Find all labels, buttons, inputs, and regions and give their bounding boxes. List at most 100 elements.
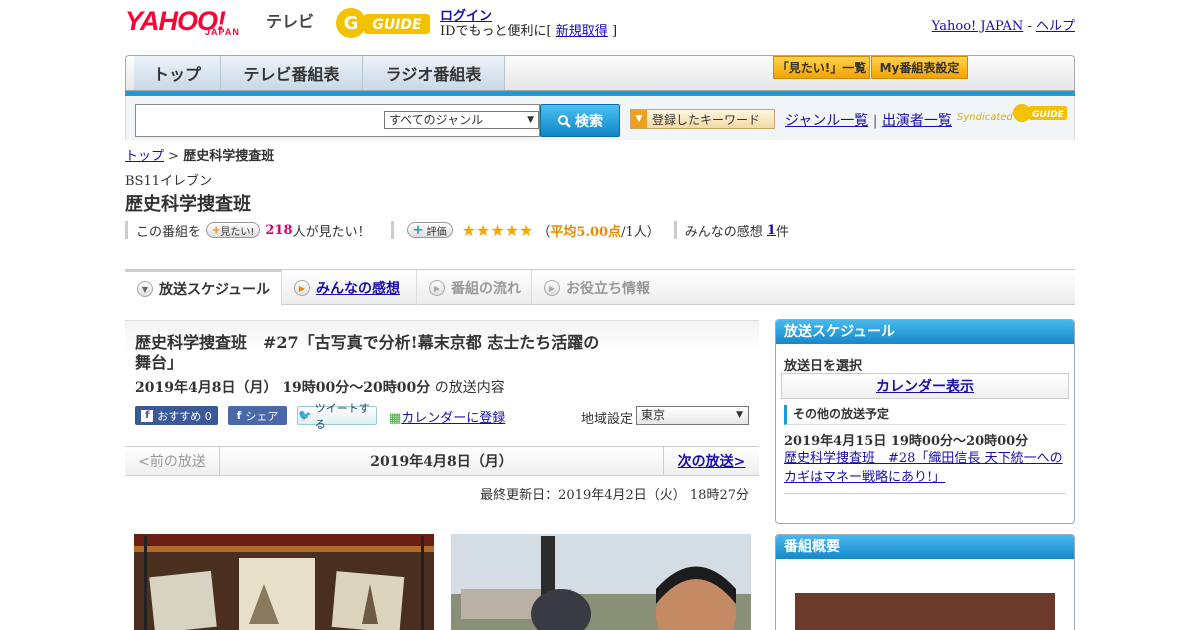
- overview-sidebar-title: 番組概要: [776, 535, 1074, 559]
- breadcrumb-top-link[interactable]: トップ: [125, 149, 164, 164]
- next-episode-link[interactable]: 次の放送>: [663, 446, 759, 476]
- page-title: 歴史科学捜査班: [125, 194, 251, 215]
- genre-links: ジャンル一覧 | 出演者一覧: [785, 110, 952, 130]
- region-label: 地域設定: [581, 412, 634, 427]
- breadcrumb-separator: >: [168, 149, 180, 164]
- other-broadcast-link[interactable]: 歴史科学捜査班 #28「織田信長 天下統一へのカギはマネー戦略にあり!」: [784, 449, 1066, 487]
- login-sub-prefix: IDでもっと便利に[: [440, 24, 552, 39]
- tab-program-flow-label: 番組の流れ: [451, 281, 521, 297]
- rating-button[interactable]: + 評価: [406, 222, 453, 238]
- tab-reviews-label: みんなの感想: [316, 281, 400, 297]
- rating-open: （: [537, 224, 551, 240]
- channel-name: BS11イレブン: [125, 174, 213, 189]
- genre-list-link[interactable]: ジャンル一覧: [785, 113, 868, 129]
- tab-useful-info-label: お役立ち情報: [566, 281, 650, 297]
- calendar-add[interactable]: ▦カレンダーに登録: [389, 407, 505, 426]
- link-separator: -: [1027, 19, 1032, 34]
- search-icon: [558, 114, 571, 128]
- tab-useful-info[interactable]: ▶ お役立ち情報: [532, 270, 667, 306]
- episode-date: 2019年4月8日（月） 19時00分～20時00分 の放送内容: [135, 377, 505, 397]
- want-count: 218: [265, 222, 293, 238]
- facebook-icon: f: [141, 409, 154, 422]
- program-tabs: ▼ 放送スケジュール ▶ みんなの感想 ▶ 番組の流れ ▶ お役立ち情報: [125, 269, 1075, 306]
- svg-text:G: G: [344, 13, 359, 34]
- chevron-right-icon: ▶: [544, 280, 560, 296]
- want-list-button[interactable]: 「見たい!」一覧: [773, 56, 870, 79]
- search-button[interactable]: 検索: [540, 104, 620, 137]
- tv-logo-text[interactable]: テレビ: [266, 8, 314, 32]
- login-sub-suffix: ]: [611, 24, 618, 39]
- syndicated-label: Syndicated: [957, 112, 1013, 123]
- gguide-logo-text: GUIDE: [372, 17, 422, 33]
- plus-icon: +: [212, 224, 221, 236]
- genre-select[interactable]: すべてのジャンル ▼: [384, 111, 539, 129]
- performers-link[interactable]: 出演者一覧: [882, 113, 952, 129]
- want-button-label: 見たい!: [220, 226, 255, 238]
- want-suffix: 人が見たい！: [292, 224, 371, 240]
- divider: [784, 493, 1066, 494]
- want-prefix: この番組を: [136, 224, 202, 240]
- other-broadcasts-heading: その他の放送予定: [784, 405, 1066, 425]
- registered-keywords-button[interactable]: ▼ 登録したキーワード: [630, 109, 775, 129]
- calendar-add-link[interactable]: カレンダーに登録: [401, 411, 505, 426]
- facebook-recommend-button[interactable]: f おすすめ 0: [135, 406, 218, 425]
- overview-sidebar-box: 番組概要: [775, 534, 1075, 630]
- nav-tab-radio-schedule[interactable]: ラジオ番組表: [363, 56, 505, 90]
- episode-date-suffix: の放送内容: [434, 380, 505, 396]
- twitter-icon: 🐦: [298, 409, 312, 422]
- want-button[interactable]: + 見たい!: [206, 222, 261, 238]
- nav-tab-tv-schedule[interactable]: テレビ番組表: [221, 56, 363, 90]
- rating-average: 平均5.00点: [550, 224, 622, 240]
- facebook-share-label: シェア: [245, 409, 279, 423]
- divider: [390, 221, 394, 239]
- chevron-right-icon: ▶: [294, 280, 310, 296]
- my-schedule-button[interactable]: My番組表設定: [871, 56, 968, 79]
- tab-reviews[interactable]: ▶ みんなの感想: [282, 270, 417, 306]
- schedule-sidebar-title: 放送スケジュール: [776, 320, 1074, 344]
- plus-icon: +: [412, 222, 424, 238]
- calendar-link[interactable]: カレンダー表示: [876, 376, 974, 396]
- last-updated: 最終更新日：2019年4月2日（火） 18時27分: [480, 488, 749, 503]
- region-select-value: 東京: [641, 408, 666, 422]
- tab-schedule[interactable]: ▼ 放送スケジュール: [125, 270, 282, 306]
- divider: [673, 221, 677, 239]
- signup-link[interactable]: 新規取得: [556, 24, 608, 39]
- select-date-label: 放送日を選択: [784, 359, 863, 374]
- registered-keywords-label: 登録したキーワード: [652, 112, 761, 127]
- chevron-down-icon: ▼: [527, 115, 534, 125]
- syndicated-gguide-logo: GUIDE: [1013, 104, 1067, 122]
- overview-photo: [795, 593, 1055, 630]
- region-select[interactable]: 東京 ▼: [636, 406, 749, 425]
- episode-date-value: 2019年4月8日（月） 19時00分～20時00分: [135, 380, 431, 396]
- program-stats: この番組を + 見たい! 218 人が見たい！ + 評価 ★★★★★ （平均5.0…: [125, 220, 789, 240]
- prev-episode: <前の放送: [125, 446, 220, 476]
- search-button-label: 検索: [575, 113, 603, 130]
- tweet-button[interactable]: 🐦 ツイートする: [297, 402, 377, 431]
- nav-tab-top[interactable]: トップ: [134, 56, 221, 90]
- help-link[interactable]: ヘルプ: [1036, 19, 1075, 34]
- genre-select-value: すべてのジャンル: [389, 113, 484, 127]
- chevron-down-icon: ▼: [137, 281, 153, 297]
- yahoo-japan-link[interactable]: Yahoo! JAPAN: [932, 19, 1024, 34]
- divider: [125, 221, 128, 239]
- rating-button-label: 評価: [426, 226, 447, 238]
- calendar-plus-icon: ▦: [389, 411, 402, 426]
- facebook-recommend-label: おすすめ 0: [157, 409, 212, 423]
- chevron-right-icon: ▶: [429, 280, 445, 296]
- star-rating: ★★★★★: [461, 220, 534, 240]
- link-divider: |: [872, 113, 878, 129]
- reviews-count-link[interactable]: 1: [767, 223, 776, 238]
- other-broadcast-date: 2019年4月15日 19時00分～20時00分: [784, 434, 1029, 449]
- breadcrumb-current: 歴史科学捜査班: [183, 149, 275, 164]
- tweet-label: ツイートする: [314, 401, 370, 431]
- facebook-icon: f: [236, 409, 242, 422]
- syndicated-logo-text: GUIDE: [1032, 110, 1065, 120]
- episode-title: 歴史科学捜査班 #27「古写真で分析!幕末京都 志士たち活躍の舞台」: [135, 333, 600, 372]
- pager-current-date: 2019年4月8日（月）: [370, 454, 513, 470]
- facebook-share-button[interactable]: f シェア: [228, 406, 287, 425]
- tab-program-flow[interactable]: ▶ 番組の流れ: [417, 270, 532, 306]
- calendar-button[interactable]: カレンダー表示: [781, 373, 1069, 399]
- dropdown-arrow-icon: ▼: [631, 110, 647, 128]
- gguide-logo[interactable]: G GUIDE: [334, 6, 432, 40]
- reviews-label: みんなの感想: [684, 224, 763, 240]
